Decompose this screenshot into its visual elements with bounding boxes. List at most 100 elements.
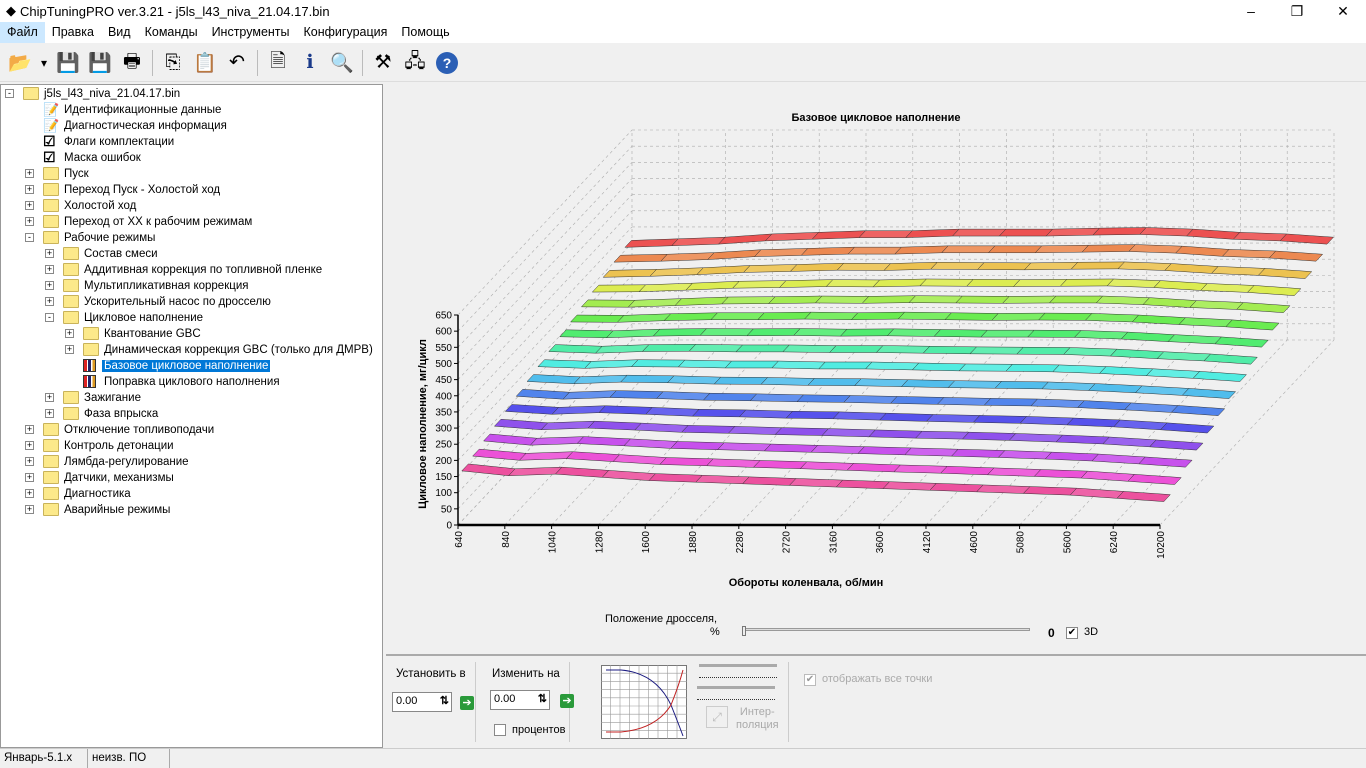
- tree-item[interactable]: + Переход Пуск - Холостой ход: [1, 182, 381, 198]
- tree-item[interactable]: + Динамическая коррекция GBC (только для …: [1, 342, 381, 358]
- tree-item[interactable]: + Аварийные режимы: [1, 502, 381, 518]
- apply-set-button[interactable]: ➔: [460, 696, 474, 710]
- search-icon[interactable]: 🔍: [328, 49, 356, 77]
- expand-icon[interactable]: +: [25, 425, 34, 434]
- expand-icon[interactable]: +: [25, 169, 34, 178]
- menu-5[interactable]: Конфигурация: [297, 22, 395, 43]
- expand-icon[interactable]: +: [45, 249, 54, 258]
- expand-icon[interactable]: +: [45, 297, 54, 306]
- menu-2[interactable]: Вид: [101, 22, 138, 43]
- tree-item[interactable]: + Квантование GBC: [1, 326, 381, 342]
- expand-icon[interactable]: +: [65, 329, 74, 338]
- surface-cell: [858, 230, 913, 238]
- tools-icon[interactable]: ⚒: [369, 49, 397, 77]
- tree-item[interactable]: Базовое цикловое наполнение: [1, 358, 381, 374]
- menu-0[interactable]: Файл: [0, 22, 45, 43]
- tree-item[interactable]: - Рабочие режимы: [1, 230, 381, 246]
- tree-item[interactable]: 📝 Диагностическая информация: [1, 118, 381, 134]
- save-as-icon[interactable]: 💾: [86, 49, 114, 77]
- menu-6[interactable]: Помощь: [394, 22, 456, 43]
- change-label: Изменить на: [492, 668, 560, 680]
- surface-cell: [868, 429, 923, 439]
- percent-checkbox[interactable]: [494, 724, 506, 736]
- copy-icon[interactable]: ⎘: [159, 49, 187, 77]
- tree-item[interactable]: + Фаза впрыска: [1, 406, 381, 422]
- surface-cell: [569, 314, 625, 323]
- surface-cell: [537, 359, 592, 369]
- tree-item[interactable]: + Аддитивная коррекция по топливной пленк…: [1, 262, 381, 278]
- tree-item[interactable]: + Мультипликативная коррекция: [1, 278, 381, 294]
- interpolation-button[interactable]: ⤢: [706, 706, 728, 728]
- tree-item[interactable]: + Переход от ХХ к рабочим режимам: [1, 214, 381, 230]
- collapse-icon[interactable]: -: [25, 233, 34, 242]
- close-button[interactable]: ✕: [1320, 0, 1366, 22]
- tree-item[interactable]: + Лямбда-регулирование: [1, 454, 381, 470]
- tree-item[interactable]: + Состав смеси: [1, 246, 381, 262]
- tree-item[interactable]: - j5ls_l43_niva_21.04.17.bin: [1, 86, 381, 102]
- save-icon[interactable]: 💾: [54, 49, 82, 77]
- tree-item[interactable]: ☑ Флаги комплектации: [1, 134, 381, 150]
- expand-icon[interactable]: +: [45, 265, 54, 274]
- expand-icon[interactable]: +: [25, 489, 34, 498]
- menu-3[interactable]: Команды: [138, 22, 205, 43]
- menu-1[interactable]: Правка: [45, 22, 101, 43]
- expand-icon[interactable]: +: [25, 457, 34, 466]
- minimize-button[interactable]: –: [1228, 0, 1274, 22]
- expand-icon[interactable]: +: [45, 281, 54, 290]
- surface-cell: [879, 412, 934, 422]
- expand-icon[interactable]: +: [65, 345, 74, 354]
- info-icon[interactable]: ℹ: [296, 49, 324, 77]
- apply-change-button[interactable]: ➔: [560, 694, 574, 708]
- tree-item[interactable]: + Зажигание: [1, 390, 381, 406]
- surface-cell: [1232, 232, 1288, 242]
- maximize-button[interactable]: ❐: [1274, 0, 1320, 22]
- interp-slider-2[interactable]: [697, 686, 775, 700]
- open-icon[interactable]: 📂: [6, 49, 34, 77]
- surface-cell: [1048, 295, 1104, 304]
- expand-icon[interactable]: +: [25, 185, 34, 194]
- menu-4[interactable]: Инструменты: [205, 22, 297, 43]
- set-value-input[interactable]: 0.00 ⇅: [392, 692, 452, 712]
- collapse-icon[interactable]: -: [5, 89, 14, 98]
- expand-icon[interactable]: +: [25, 441, 34, 450]
- tree-item-label: Рабочие режимы: [64, 232, 156, 244]
- 3d-checkbox[interactable]: ✔: [1066, 627, 1078, 639]
- interp-slider-1[interactable]: [699, 664, 777, 678]
- tree-item[interactable]: + Диагностика: [1, 486, 381, 502]
- tree-item-label: Ускорительный насос по дросселю: [84, 296, 271, 308]
- dropdown-icon[interactable]: ▾: [38, 49, 50, 77]
- tree-item[interactable]: Поправка циклового наполнения: [1, 374, 381, 390]
- print-icon[interactable]: 🖶: [118, 49, 146, 77]
- expand-icon[interactable]: +: [45, 393, 54, 402]
- tree-item[interactable]: + Датчики, механизмы: [1, 470, 381, 486]
- spin-icon[interactable]: ⇅: [440, 694, 449, 707]
- surface-cell: [580, 299, 636, 308]
- show-all-points-checkbox[interactable]: ✔: [804, 674, 816, 686]
- tree-item[interactable]: + Пуск: [1, 166, 381, 182]
- expand-icon[interactable]: +: [25, 217, 34, 226]
- expand-icon[interactable]: +: [25, 505, 34, 514]
- change-value-input[interactable]: 0.00 ⇅: [490, 690, 550, 710]
- expand-icon[interactable]: +: [45, 409, 54, 418]
- slider-thumb[interactable]: [742, 626, 746, 636]
- throttle-slider[interactable]: [742, 626, 1030, 640]
- collapse-icon[interactable]: -: [45, 313, 54, 322]
- tree-item[interactable]: + Ускорительный насос по дросселю: [1, 294, 381, 310]
- undo-icon[interactable]: ↶: [223, 49, 251, 77]
- spin-icon[interactable]: ⇅: [538, 692, 547, 705]
- document-search-icon[interactable]: 🗎: [264, 49, 292, 77]
- expand-icon[interactable]: +: [25, 201, 34, 210]
- paste-icon[interactable]: 📋: [191, 49, 219, 77]
- tree-item[interactable]: 📝 Идентификационные данные: [1, 102, 381, 118]
- expand-icon[interactable]: +: [25, 473, 34, 482]
- y-tick-label: 50: [441, 504, 453, 515]
- tree-item[interactable]: - Цикловое наполнение: [1, 310, 381, 326]
- help-icon[interactable]: ?: [436, 51, 458, 74]
- network-icon[interactable]: 🖧: [401, 49, 429, 77]
- tree-view[interactable]: - j5ls_l43_niva_21.04.17.bin 📝 Идентификаци…: [0, 84, 383, 748]
- tree-item[interactable]: + Контроль детонации: [1, 438, 381, 454]
- tree-item[interactable]: ☑ Маска ошибок: [1, 150, 381, 166]
- tree-item[interactable]: + Отключение топливоподачи: [1, 422, 381, 438]
- interpolation-curve-preview[interactable]: [601, 665, 687, 739]
- tree-item[interactable]: + Холостой ход: [1, 198, 381, 214]
